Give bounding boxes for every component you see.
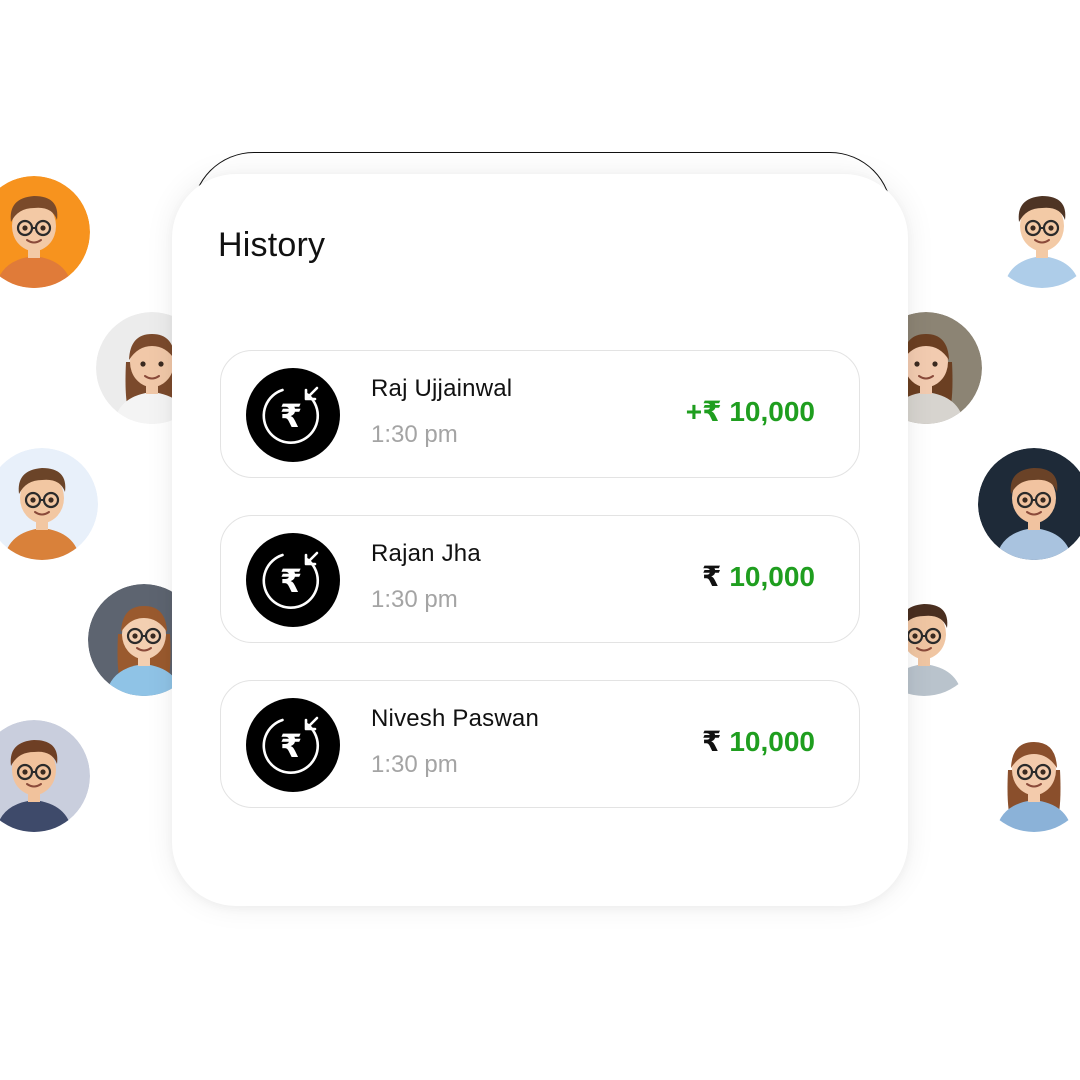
transaction-amount: ₹10,000: [702, 725, 815, 758]
transaction-row[interactable]: ₹ Rajan Jha 1:30 pm ₹10,000: [220, 515, 860, 643]
transaction-time: 1:30 pm: [371, 421, 458, 448]
amount-sign: +: [685, 396, 703, 427]
currency-symbol: ₹: [702, 396, 722, 427]
transaction-row[interactable]: ₹ Nivesh Paswan 1:30 pm ₹10,000: [220, 680, 860, 808]
amount-value: 10,000: [729, 561, 815, 592]
avatar-girl-book: [978, 720, 1080, 832]
currency-symbol: ₹: [701, 726, 722, 757]
svg-text:₹: ₹: [280, 727, 302, 765]
history-card: History ₹ Raj Ujjainwal 1:30 pm +₹ 10,00…: [172, 174, 908, 906]
svg-text:₹: ₹: [280, 397, 302, 435]
transaction-time: 1:30 pm: [371, 586, 458, 613]
avatar-boy-blue: [0, 448, 98, 560]
transaction-row[interactable]: ₹ Raj Ujjainwal 1:30 pm +₹ 10,000: [220, 350, 860, 478]
avatar-boy-orange: [0, 176, 90, 288]
transaction-name: Raj Ujjainwal: [371, 375, 513, 402]
history-screen: History ₹ Raj Ujjainwal 1:30 pm +₹ 10,00…: [0, 0, 1080, 1080]
svg-text:₹: ₹: [280, 562, 302, 600]
transaction-name: Rajan Jha: [371, 540, 481, 567]
currency-symbol: ₹: [701, 561, 722, 592]
rupee-receive-icon: ₹: [245, 698, 341, 792]
transaction-name: Nivesh Paswan: [371, 705, 540, 732]
page-title: History: [218, 226, 326, 264]
avatar-boy-smile: [0, 720, 90, 832]
avatar-boy-white: [986, 176, 1080, 288]
amount-value: 10,000: [729, 396, 815, 427]
avatar-boy-dark: [978, 448, 1080, 560]
transaction-amount: ₹10,000: [702, 560, 815, 593]
amount-value: 10,000: [729, 726, 815, 757]
transaction-amount: +₹ 10,000: [686, 395, 815, 428]
transaction-time: 1:30 pm: [371, 751, 458, 778]
rupee-receive-icon: ₹: [245, 533, 341, 627]
rupee-receive-icon: ₹: [245, 368, 341, 462]
